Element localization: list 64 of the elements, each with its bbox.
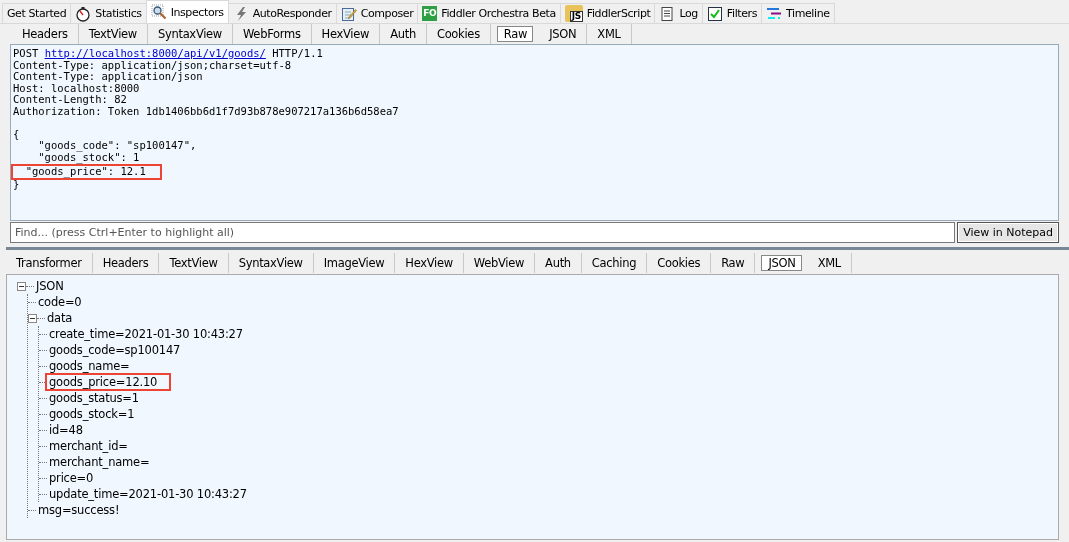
code-line: "goods_code": "sp100147",	[37, 138, 198, 152]
code-line: }	[12, 177, 21, 192]
collapse-icon[interactable]	[28, 313, 37, 323]
find-field[interactable]: Find... (press Ctrl+Enter to highlight all)	[10, 222, 956, 243]
tab[interactable]: Inspectors	[145, 0, 229, 23]
tab[interactable]: Raw	[496, 26, 534, 42]
timeline-bars-icon	[766, 5, 783, 22]
tree-item[interactable]: goods_stock=1	[47, 407, 137, 421]
tab[interactable]: Get Started	[2, 3, 72, 23]
magnifier-icon	[150, 4, 167, 20]
tree-item[interactable]: merchant_id=	[47, 439, 130, 453]
tree-item[interactable]: goods_status=1	[47, 391, 141, 405]
tab[interactable]: HexView	[395, 253, 464, 273]
tree-item[interactable]: data	[45, 311, 75, 325]
tab[interactable]: Auth	[535, 253, 582, 273]
tree-item[interactable]: create_time=2021-01-30 10:43:27	[47, 327, 245, 341]
tree-item[interactable]: goods_code=sp100147	[47, 343, 183, 357]
tree-item[interactable]: code=0	[36, 295, 84, 309]
tree-item[interactable]: id=48	[47, 423, 85, 437]
url-link[interactable]: http://localhost:8000/api/v1/goods/	[44, 47, 266, 59]
tree-item[interactable]: goods_price=12.10	[47, 375, 170, 389]
tab[interactable]: Raw	[711, 253, 756, 273]
tab[interactable]: AutoResponder	[227, 3, 337, 23]
header-line: Authorization: Token 1db1406bb6d1f7d93b878e907217a136b6d58ea7	[12, 104, 400, 119]
tab[interactable]: ImageView	[313, 253, 396, 273]
tab[interactable]: Filters	[701, 3, 763, 23]
checkbox-icon	[706, 5, 723, 22]
http-version: HTTP/1.1	[272, 47, 323, 59]
tab[interactable]: Timeline	[761, 3, 835, 23]
document-icon	[659, 5, 676, 22]
header-line: Content-Type: application/json	[12, 70, 203, 84]
tab[interactable]: Transformer	[6, 253, 93, 273]
pencil-on-paper-icon	[340, 5, 357, 22]
tree-item[interactable]: msg=success!	[36, 503, 122, 517]
tree-item[interactable]: goods_name=	[47, 359, 132, 373]
code-line: "goods_stock": 1	[37, 150, 140, 165]
tab[interactable]: WebView	[463, 253, 536, 273]
tree-item[interactable]: price=0	[47, 471, 96, 485]
tab[interactable]: JS FiddlerScript	[559, 3, 656, 23]
tab[interactable]: JSON	[761, 255, 802, 271]
tree-item[interactable]: update_time=2021-01-30 10:43:27	[47, 487, 249, 501]
tab[interactable]: Composer	[335, 3, 419, 23]
tree-item[interactable]: merchant_name=	[47, 455, 152, 469]
tab[interactable]: Cookies	[647, 253, 712, 273]
raw-request-text-area[interactable]	[10, 44, 1059, 221]
header-line: Content-Length: 82	[12, 92, 128, 107]
stopwatch-icon	[75, 5, 92, 22]
collapse-icon[interactable]	[17, 281, 26, 291]
tab[interactable]: Caching	[581, 253, 648, 273]
tab[interactable]: Statistics	[70, 3, 147, 23]
tree-item[interactable]: JSON	[34, 279, 66, 293]
view-in-notepad-button[interactable]: View in Notepad	[957, 222, 1059, 243]
code-line: {	[12, 126, 21, 142]
http-method: POST	[13, 47, 39, 59]
tab[interactable]: XML	[807, 253, 852, 273]
header-line: Content-Type: application/json;charset=utf-8	[12, 58, 293, 72]
tab[interactable]: FO Fiddler Orchestra Beta	[417, 3, 561, 23]
fo-badge-icon: FO	[422, 6, 438, 21]
tab[interactable]: Log	[654, 3, 703, 23]
tab[interactable]: Headers	[92, 253, 160, 273]
tab[interactable]: SyntaxView	[228, 253, 314, 273]
tab[interactable]: TextView	[159, 253, 229, 273]
header-line: Host: localhost:8000	[12, 81, 140, 95]
script-scroll-icon: JS	[564, 5, 583, 22]
